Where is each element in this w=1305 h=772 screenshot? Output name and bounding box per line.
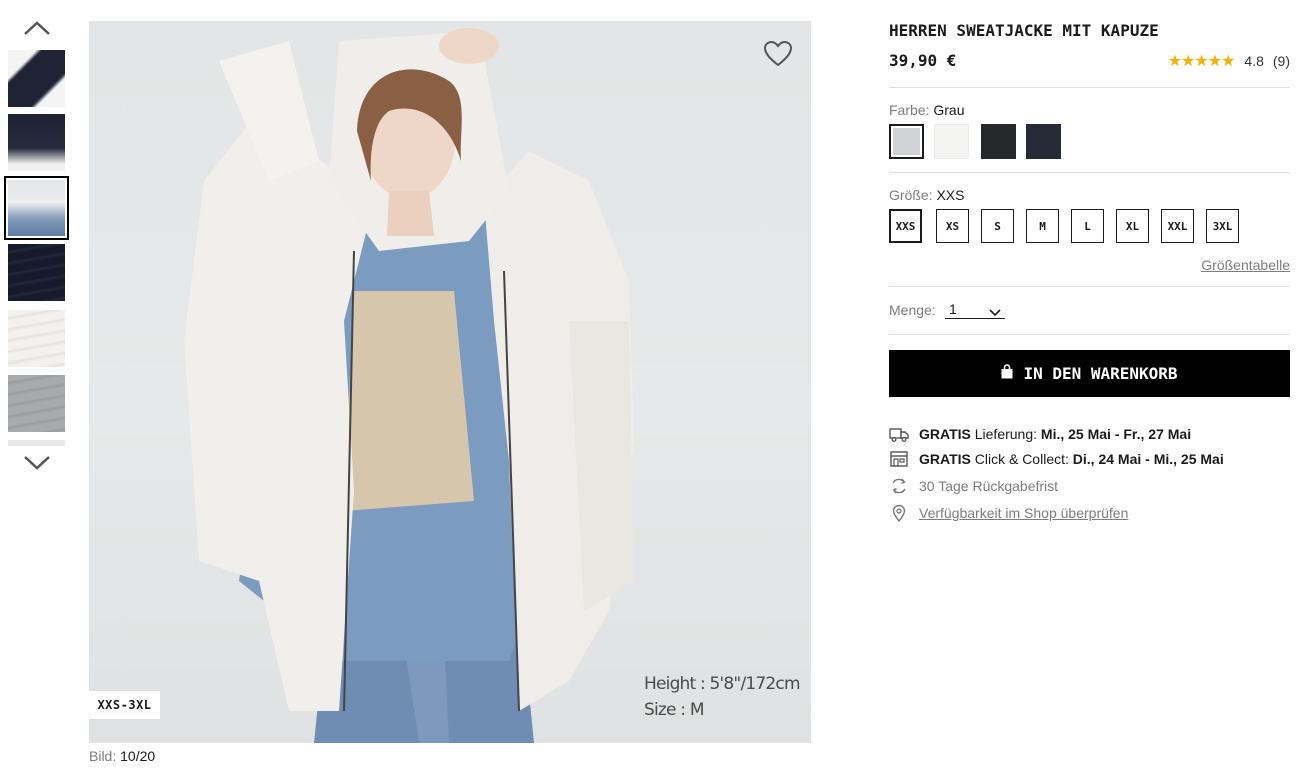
color-swatch-offwhite[interactable] bbox=[934, 124, 969, 159]
size-label-row: Größe: XXS bbox=[889, 187, 964, 203]
divider bbox=[889, 87, 1290, 88]
rating-value: 4.8 bbox=[1244, 53, 1264, 69]
size-option-xxs[interactable]: XXS bbox=[889, 209, 922, 243]
thumbnail-7[interactable] bbox=[8, 440, 65, 446]
returns-text: 30 Tage Rückgabefrist bbox=[919, 478, 1059, 494]
star-rating-icon: ★★★★★ bbox=[1167, 53, 1236, 70]
quantity-select[interactable]: 1 bbox=[945, 301, 1005, 319]
color-label-row: Farbe: Grau bbox=[889, 102, 964, 118]
size-option-s[interactable]: S bbox=[981, 209, 1014, 243]
thumbnail-strip bbox=[0, 0, 75, 772]
image-counter-label: Bild: bbox=[89, 748, 117, 764]
divider bbox=[889, 334, 1290, 335]
size-range-tag: XXS-3XL bbox=[89, 691, 160, 719]
store-availability-link[interactable]: Verfügbarkeit im Shop überprüfen bbox=[919, 505, 1128, 521]
product-main-image[interactable]: XXS-3XL Height : 5'8"/172cm Size : M bbox=[89, 21, 811, 743]
color-selected: Grau bbox=[933, 102, 965, 118]
thumbnail-5[interactable] bbox=[8, 310, 65, 367]
size-option-xs[interactable]: XS bbox=[936, 209, 969, 243]
review-count: (9) bbox=[1272, 53, 1290, 69]
size-label: Größe: bbox=[889, 187, 933, 203]
returns-info: 30 Tage Rückgabefrist bbox=[889, 477, 1058, 495]
thumbnail-4[interactable] bbox=[8, 244, 65, 301]
chevron-up-icon[interactable] bbox=[22, 18, 52, 38]
product-title: HERREN SWEATJACKE MIT KAPUZE bbox=[889, 21, 1159, 40]
delivery-label: Lieferung: bbox=[974, 426, 1038, 442]
chevron-down-icon bbox=[989, 304, 1001, 320]
thumbnail-3-selected[interactable] bbox=[4, 176, 69, 240]
divider bbox=[889, 286, 1290, 287]
thumbnail-2[interactable] bbox=[8, 114, 65, 171]
color-swatch-black[interactable] bbox=[981, 124, 1016, 159]
refresh-icon bbox=[889, 477, 909, 495]
size-selected: XXS bbox=[936, 187, 965, 203]
size-option-3xl[interactable]: 3XL bbox=[1206, 209, 1239, 243]
delivery-dates: Mi., 25 Mai - Fr., 27 Mai bbox=[1040, 426, 1192, 442]
model-photo bbox=[184, 28, 634, 743]
add-to-cart-label: IN DEN WARENKORB bbox=[1023, 364, 1178, 383]
store-icon bbox=[889, 450, 909, 468]
size-option-m[interactable]: M bbox=[1026, 209, 1059, 243]
delivery-info: GRATIS Lieferung: Mi., 25 Mai - Fr., 27 … bbox=[889, 425, 1191, 443]
shopping-bag-icon bbox=[1001, 364, 1013, 383]
size-chart-link[interactable]: Größentabelle bbox=[1201, 257, 1290, 273]
divider bbox=[889, 172, 1290, 173]
heart-icon[interactable] bbox=[763, 40, 793, 68]
thumbnail-1[interactable] bbox=[8, 50, 65, 107]
model-height: Height : 5'8"/172cm bbox=[644, 674, 801, 694]
quantity-label: Menge: bbox=[889, 302, 936, 318]
add-to-cart-button[interactable]: IN DEN WARENKORB bbox=[889, 350, 1290, 397]
model-info: Height : 5'8"/172cm Size : M bbox=[644, 671, 801, 723]
color-label: Farbe: bbox=[889, 102, 930, 118]
chevron-down-icon[interactable] bbox=[22, 453, 52, 473]
image-counter: Bild: 10/20 bbox=[89, 748, 155, 764]
click-collect-label: Click & Collect: bbox=[974, 451, 1069, 467]
truck-icon bbox=[889, 425, 909, 443]
quantity-value: 1 bbox=[949, 301, 957, 317]
size-option-xxl[interactable]: XXL bbox=[1161, 209, 1194, 243]
size-option-xl[interactable]: XL bbox=[1116, 209, 1149, 243]
location-pin-icon bbox=[889, 504, 909, 523]
click-collect-info: GRATIS Click & Collect: Di., 24 Mai - Mi… bbox=[889, 450, 1224, 468]
product-rating[interactable]: ★★★★★ 4.8 (9) bbox=[1168, 51, 1290, 71]
color-swatch-grey[interactable] bbox=[889, 124, 924, 159]
product-price: 39,90 € bbox=[889, 51, 957, 70]
store-availability: Verfügbarkeit im Shop überprüfen bbox=[889, 504, 1128, 523]
click-collect-free: GRATIS bbox=[919, 451, 971, 467]
size-option-l[interactable]: L bbox=[1071, 209, 1104, 243]
delivery-free: GRATIS bbox=[919, 426, 971, 442]
thumbnail-6[interactable] bbox=[8, 375, 65, 432]
color-swatch-navy[interactable] bbox=[1026, 124, 1061, 159]
image-counter-value: 10/20 bbox=[120, 748, 156, 764]
model-size: Size : M bbox=[644, 700, 705, 720]
click-collect-dates: Di., 24 Mai - Mi., 25 Mai bbox=[1072, 451, 1224, 467]
